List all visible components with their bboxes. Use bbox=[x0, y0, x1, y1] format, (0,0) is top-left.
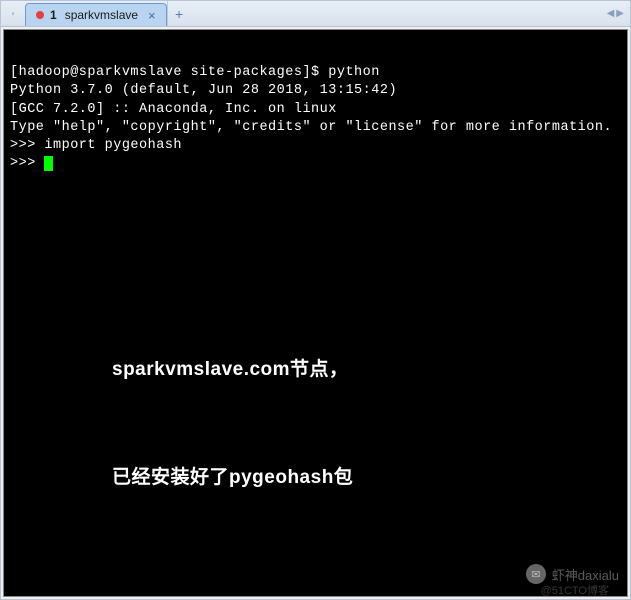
annotation-overlay: sparkvmslave.com节点， 已经安装好了pygeohash包 bbox=[112, 280, 353, 569]
tab-nav-arrows: ◀ ▶ bbox=[607, 1, 624, 26]
nav-left-icon[interactable]: ◀ bbox=[607, 8, 615, 19]
tab-bar: ◦ 1 sparkvmslave × + ◀ ▶ bbox=[1, 1, 630, 27]
terminal-prompt: >>> bbox=[10, 156, 44, 171]
watermark-name: 虾神daxialu bbox=[552, 565, 619, 584]
tab-status-icon bbox=[36, 11, 44, 19]
cursor-icon bbox=[44, 156, 53, 171]
terminal-viewport[interactable]: [hadoop@sparkvmslave site-packages]$ pyt… bbox=[3, 29, 628, 597]
terminal-line: Type "help", "copyright", "credits" or "… bbox=[10, 120, 612, 135]
annotation-line-1: sparkvmslave.com节点， bbox=[112, 352, 353, 388]
terminal-line: Python 3.7.0 (default, Jun 28 2018, 13:1… bbox=[10, 83, 397, 98]
annotation-line-2: 已经安装好了pygeohash包 bbox=[112, 460, 353, 496]
close-icon[interactable]: × bbox=[148, 8, 156, 23]
watermark-sub: @51CTO博客 bbox=[541, 582, 609, 598]
terminal-line: >>> import pygeohash bbox=[10, 138, 182, 153]
tab-title: sparkvmslave bbox=[65, 8, 138, 22]
nav-right-icon[interactable]: ▶ bbox=[616, 8, 624, 19]
window-frame: ◦ 1 sparkvmslave × + ◀ ▶ [hadoop@sparkvm… bbox=[0, 0, 631, 600]
tab-sparkvmslave[interactable]: 1 sparkvmslave × bbox=[25, 3, 167, 26]
watermark: ✉ 虾神daxialu bbox=[526, 564, 619, 584]
terminal-line: [GCC 7.2.0] :: Anaconda, Inc. on linux bbox=[10, 102, 337, 117]
tab-leading-icon: ◦ bbox=[1, 1, 25, 26]
tab-index: 1 bbox=[50, 8, 57, 22]
add-tab-button[interactable]: + bbox=[167, 1, 191, 26]
terminal-line: [hadoop@sparkvmslave site-packages]$ pyt… bbox=[10, 65, 380, 80]
wechat-icon: ✉ bbox=[526, 564, 546, 584]
